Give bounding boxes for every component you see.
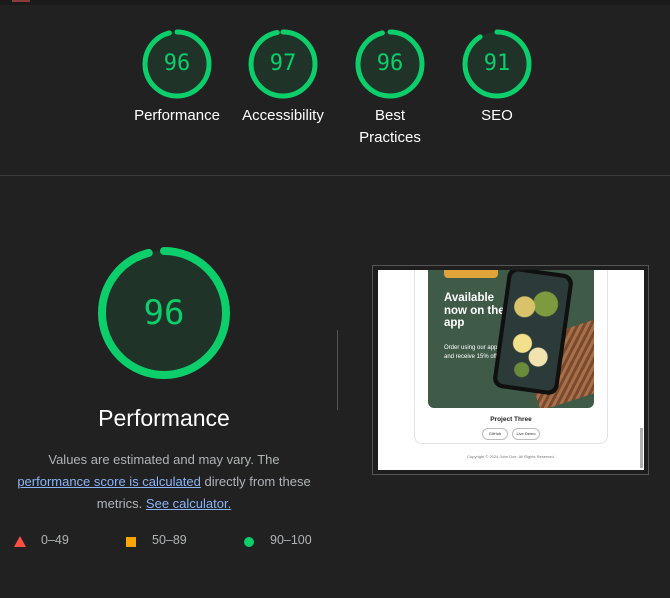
- github-button: GitHub: [482, 428, 508, 440]
- promo-badge: [444, 270, 498, 278]
- legend-average-label: 50–89: [152, 533, 187, 547]
- screenshot-scrollbar: [640, 428, 643, 468]
- section-divider: [0, 175, 670, 176]
- gauge-accessibility[interactable]: 97 Accessibility: [228, 29, 338, 127]
- circle-icon: [244, 537, 254, 547]
- performance-gauge: 96: [97, 246, 231, 380]
- see-calculator-link[interactable]: See calculator.: [146, 496, 231, 511]
- tab-edge: [12, 0, 30, 2]
- lighthouse-report: 96 Performance 97 Accessibility 96 Best …: [0, 0, 670, 598]
- legend-average: 50–89: [126, 533, 206, 551]
- desc-text: Values are estimated and may vary. The: [48, 452, 280, 467]
- gauge-label: Performance: [134, 107, 220, 124]
- gauge-score: 96: [163, 51, 191, 76]
- legend-pass: 90–100: [244, 533, 334, 551]
- gauge-label: Best Practices: [359, 107, 421, 146]
- vertical-separator: [337, 330, 338, 410]
- promo-image: Available now on the app Order using our…: [428, 270, 594, 408]
- gauge-score: 97: [269, 51, 297, 76]
- performance-title: Performance: [98, 405, 230, 431]
- gauge-best-practices[interactable]: 96 Best Practices: [335, 29, 445, 149]
- legend-fail: 0–49: [14, 533, 94, 551]
- live-demo-button: Live Demo: [512, 428, 540, 440]
- copyright-text: Copyright © 2024 John Doe. All Rights Re…: [467, 454, 555, 459]
- legend-pass-label: 90–100: [270, 533, 312, 547]
- score-summary: 96 Performance 97 Accessibility 96 Best …: [0, 5, 670, 175]
- project-title: Project Three: [490, 416, 532, 423]
- gauge-performance[interactable]: 96 Performance: [122, 29, 232, 127]
- screenshot-viewport: Available now on the app Order using our…: [378, 270, 644, 470]
- performance-score: 96: [143, 293, 185, 333]
- gauge-label: Accessibility: [242, 107, 324, 124]
- gauge-seo[interactable]: 91 SEO: [442, 29, 552, 127]
- performance-description: Values are estimated and may vary. The p…: [10, 449, 318, 515]
- square-icon: [126, 537, 136, 547]
- gauge-label: SEO: [481, 107, 513, 124]
- food-photo: [496, 270, 570, 392]
- gauge-score: 91: [483, 51, 511, 76]
- score-calculated-link[interactable]: performance score is calculated: [17, 474, 201, 489]
- legend-fail-label: 0–49: [41, 533, 69, 547]
- final-screenshot[interactable]: Available now on the app Order using our…: [372, 265, 649, 475]
- gauge-score: 96: [376, 51, 404, 76]
- triangle-icon: [14, 536, 26, 547]
